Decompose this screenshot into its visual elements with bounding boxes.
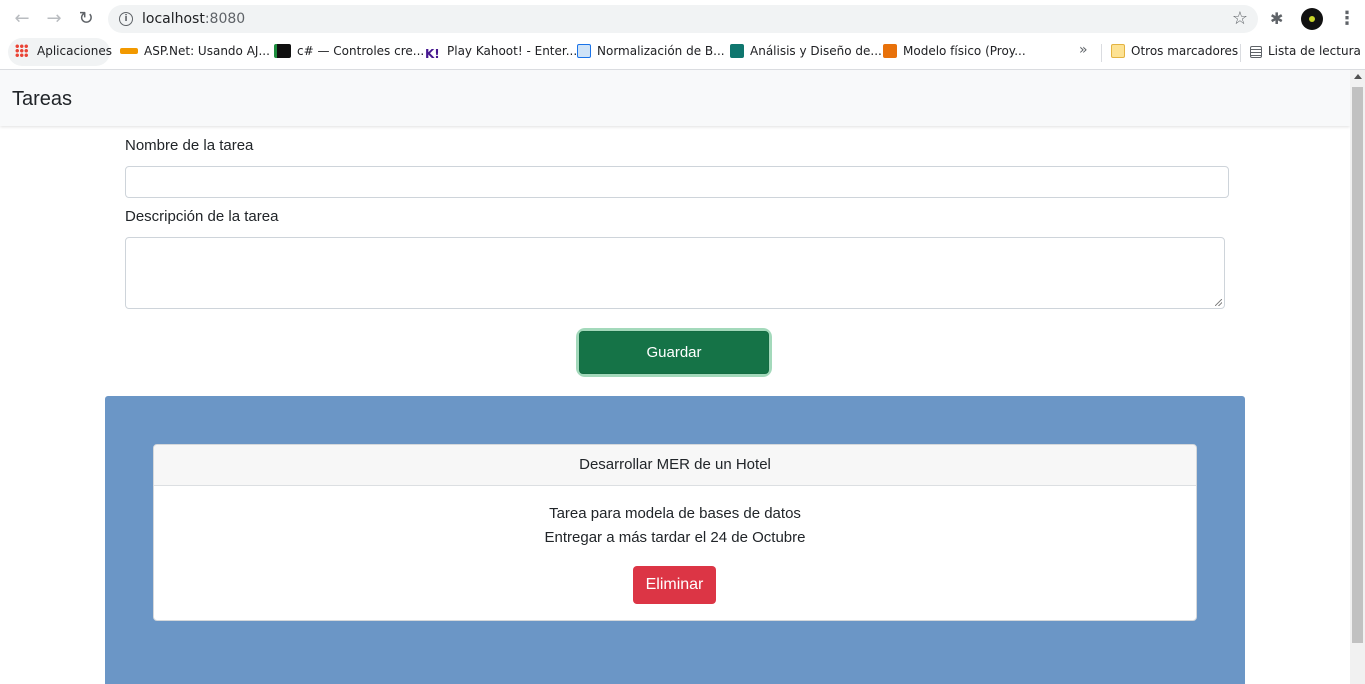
- more-bookmarks-icon[interactable]: »: [1079, 42, 1088, 58]
- bookmark-favicon-icon: [883, 44, 897, 58]
- url-port: :8080: [204, 11, 246, 27]
- apps-grid-icon: [15, 44, 28, 57]
- bookmark-favicon-icon: [274, 44, 291, 58]
- delete-button[interactable]: Eliminar: [633, 566, 716, 604]
- task-name-label: Nombre de la tarea: [125, 137, 254, 154]
- url-host: localhost: [142, 11, 205, 27]
- reading-list[interactable]: Lista de lectura: [1250, 41, 1361, 61]
- page-scrollbar[interactable]: [1350, 70, 1365, 684]
- navbar: Tareas: [0, 70, 1350, 126]
- bookmark-favicon-icon: [577, 44, 591, 58]
- bookmark-label: Otros marcadores: [1131, 44, 1239, 58]
- bookmark-favicon-icon: [120, 48, 138, 54]
- save-button[interactable]: Guardar: [579, 331, 769, 374]
- bookmark-label: Análisis y Diseño de...: [750, 44, 882, 58]
- bookmark-label: Play Kahoot! - Enter...: [447, 44, 578, 58]
- task-name-input[interactable]: [125, 166, 1229, 198]
- bookmark-label: c# — Controles cre...: [297, 44, 425, 58]
- forward-icon[interactable]: →: [44, 9, 64, 29]
- bookmark-modelo-fisico[interactable]: Modelo físico (Proy...: [883, 41, 1026, 61]
- bookmark-kahoot[interactable]: K! Play Kahoot! - Enter...: [425, 41, 577, 61]
- reload-icon[interactable]: ↻: [76, 9, 96, 29]
- bookmark-apps[interactable]: Aplicaciones: [15, 41, 112, 61]
- bookmark-label: Lista de lectura: [1268, 44, 1361, 58]
- page-viewport: Tareas Nombre de la tarea Descripción de…: [0, 70, 1350, 684]
- bookmark-label: Aplicaciones: [37, 44, 112, 58]
- kahoot-icon: K!: [425, 47, 441, 61]
- navbar-brand[interactable]: Tareas: [12, 88, 72, 111]
- bookmark-csharp[interactable]: c# — Controles cre...: [274, 41, 424, 61]
- site-info-icon[interactable]: i: [119, 12, 133, 26]
- task-deadline-line: Entregar a más tardar el 24 de Octubre: [544, 529, 806, 546]
- folder-icon: [1111, 44, 1125, 58]
- browser-toolbar: ← → ↻ i localhost:8080 ☆ ✱ ⋮: [0, 0, 1365, 37]
- task-description-textarea[interactable]: [125, 237, 1225, 309]
- browser-menu-icon[interactable]: ⋮: [1338, 8, 1356, 29]
- bookmark-label: ASP.Net: Usando AJ...: [144, 44, 270, 58]
- bookmarks-divider: [1101, 44, 1102, 62]
- reading-list-icon: [1250, 46, 1262, 58]
- extensions-icon[interactable]: ✱: [1270, 9, 1283, 28]
- url-text[interactable]: localhost:8080: [142, 11, 245, 27]
- bookmark-other[interactable]: Otros marcadores: [1111, 41, 1238, 61]
- save-button-focus-ring: Guardar: [579, 331, 769, 374]
- bookmark-label: Modelo físico (Proy...: [903, 44, 1026, 58]
- bookmark-label: Normalización de B...: [597, 44, 725, 58]
- bookmarks-divider: [1240, 44, 1241, 62]
- bookmark-star-icon[interactable]: ☆: [1232, 8, 1248, 29]
- scroll-up-icon[interactable]: [1354, 74, 1362, 79]
- bookmark-asp-net[interactable]: ASP.Net: Usando AJ...: [120, 41, 270, 61]
- scrollbar-thumb[interactable]: [1352, 87, 1363, 643]
- task-description-line: Tarea para modela de bases de datos: [549, 505, 801, 522]
- back-icon[interactable]: ←: [12, 9, 32, 29]
- bookmark-analisis[interactable]: Análisis y Diseño de...: [730, 41, 882, 61]
- tasks-panel: Desarrollar MER de un Hotel Tarea para m…: [105, 396, 1245, 684]
- task-description-label: Descripción de la tarea: [125, 208, 279, 225]
- task-title: Desarrollar MER de un Hotel: [154, 445, 1196, 486]
- resize-handle-icon[interactable]: [1215, 299, 1222, 306]
- bookmark-normalizacion[interactable]: Normalización de B...: [577, 41, 725, 61]
- task-card: Desarrollar MER de un Hotel Tarea para m…: [153, 444, 1197, 621]
- bookmark-favicon-icon: [730, 44, 744, 58]
- address-bar[interactable]: i localhost:8080 ☆: [108, 5, 1258, 33]
- profile-avatar[interactable]: [1301, 8, 1323, 30]
